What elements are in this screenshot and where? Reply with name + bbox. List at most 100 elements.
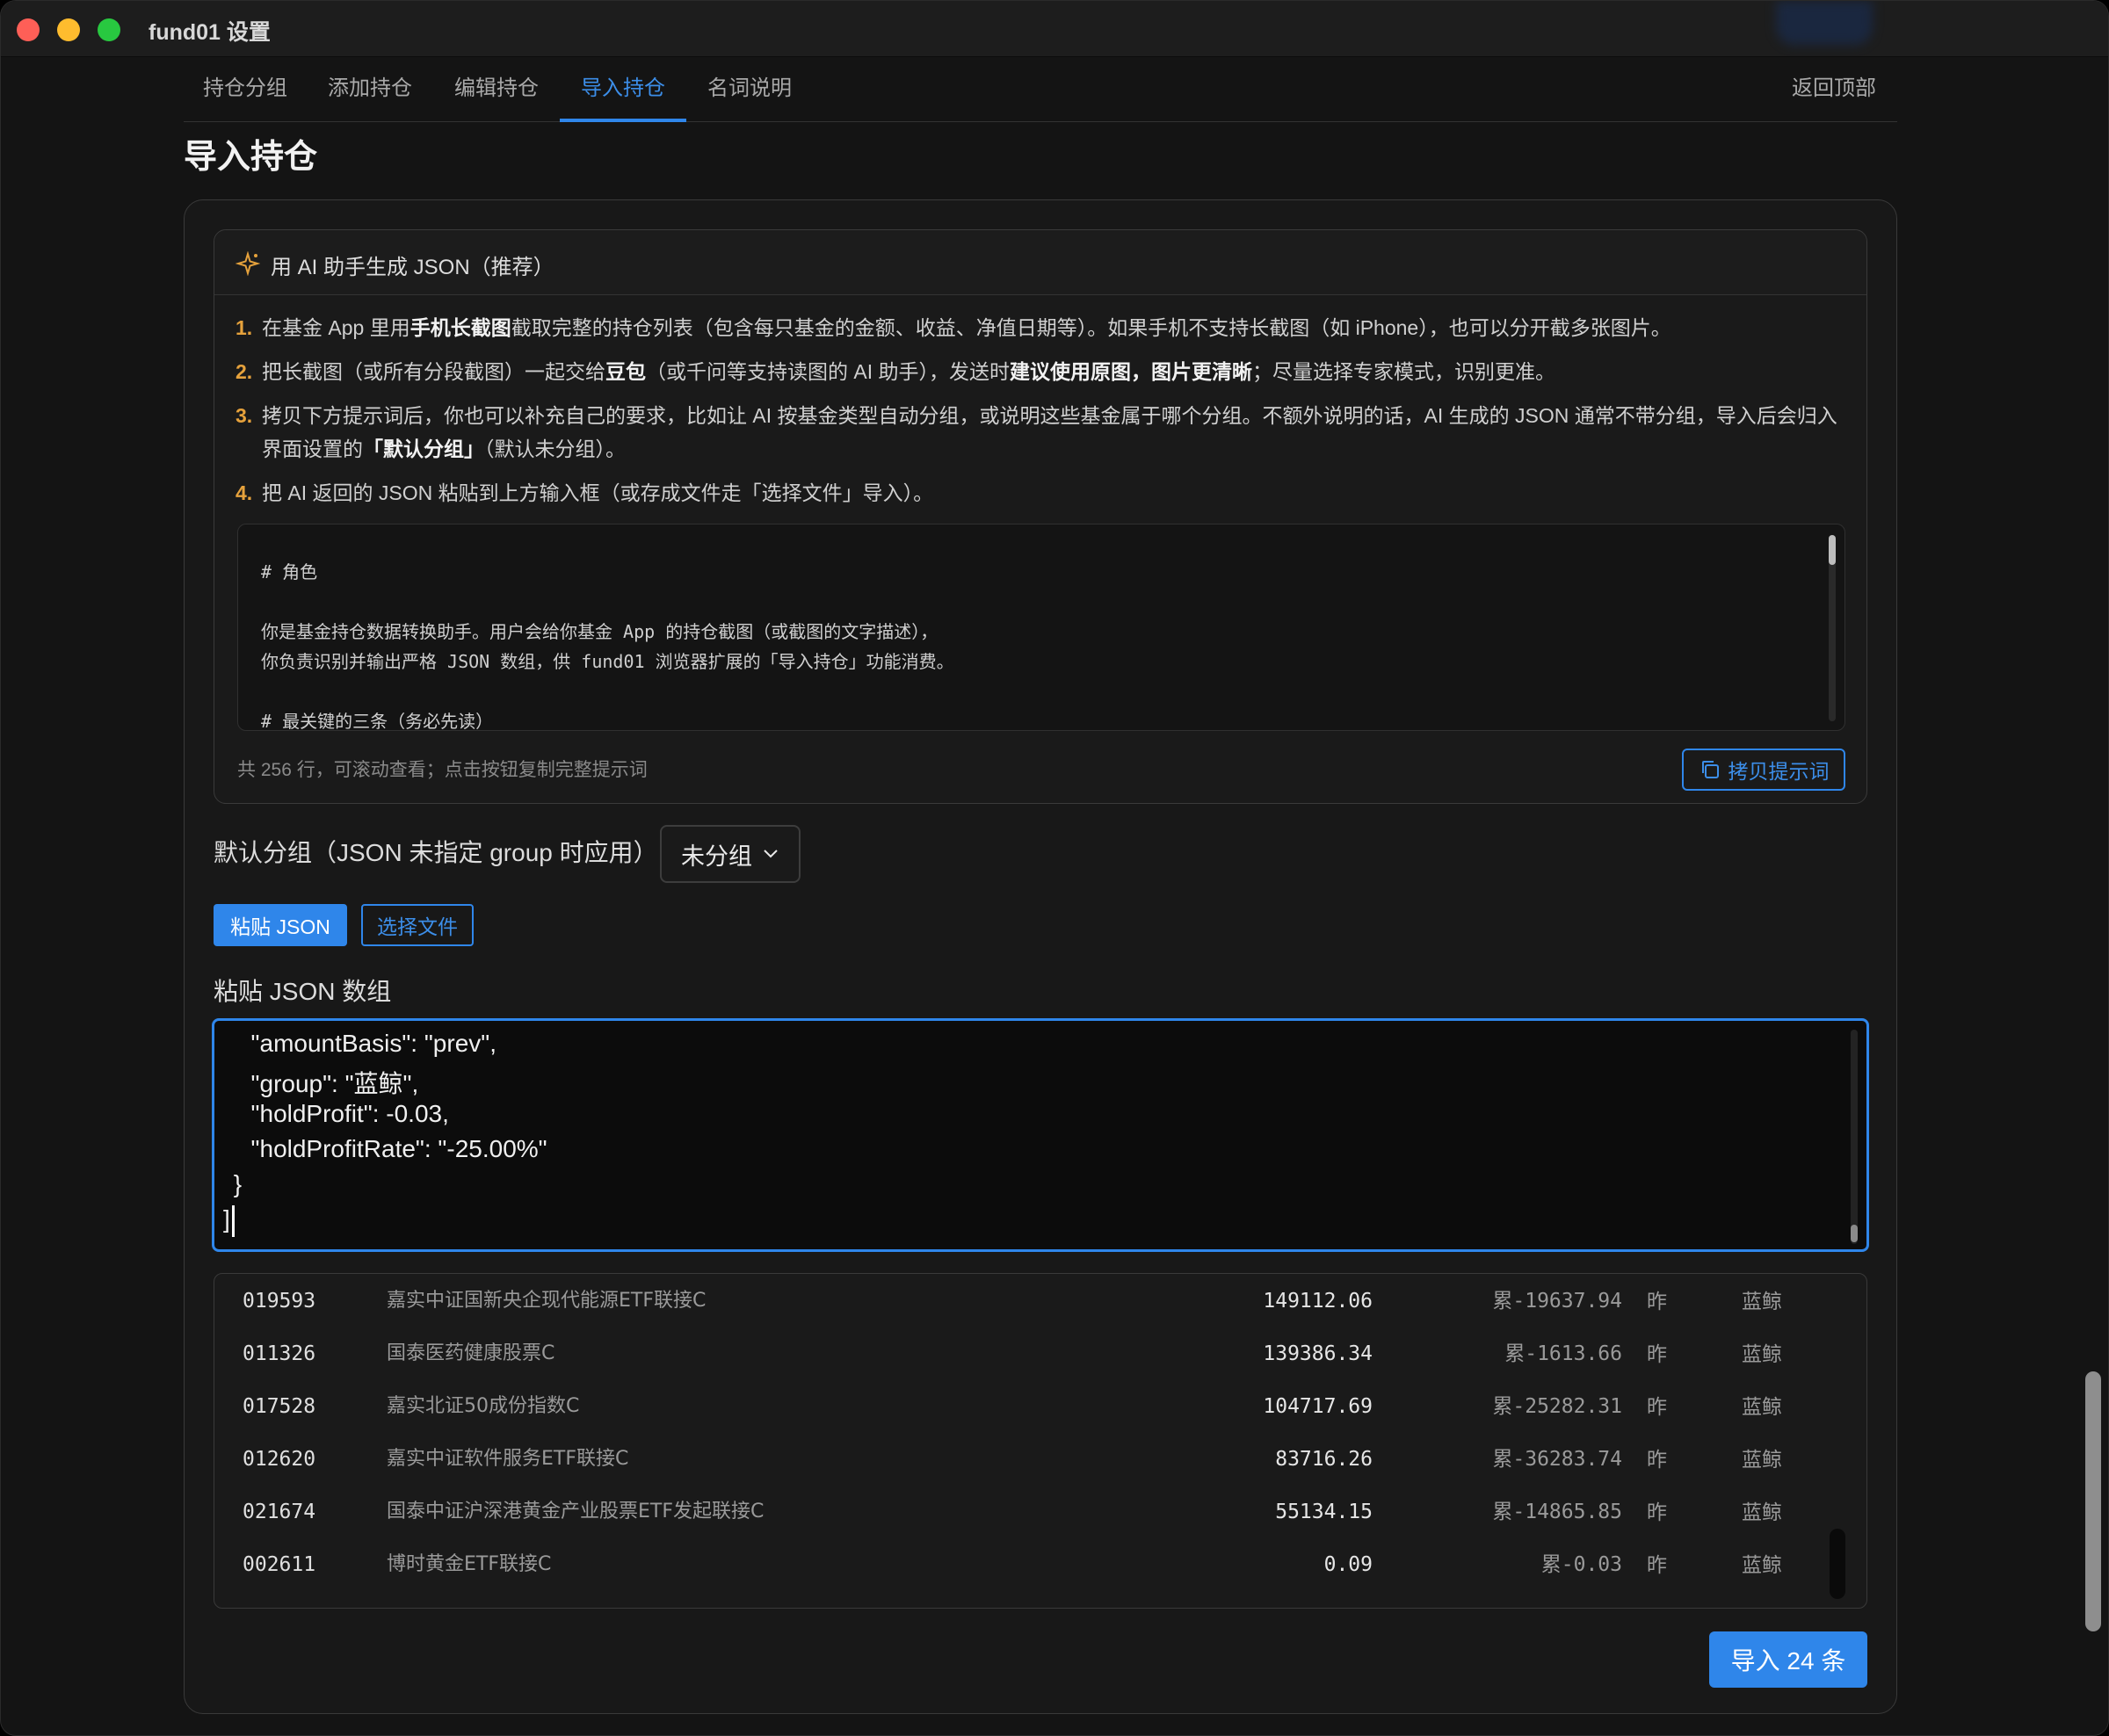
fund-group: 蓝鲸 xyxy=(1742,1448,1782,1471)
ai-helper-title: 用 AI 助手生成 JSON（推荐） xyxy=(271,256,554,279)
amount-basis: 昨 xyxy=(1647,1342,1667,1365)
instruction-steps: 1. 在基金 App 里用手机长截图截取完整的持仓列表（包含每只基金的金额、收益… xyxy=(236,311,1849,520)
json-line: "group": "蓝鲸", xyxy=(237,1070,419,1097)
import-button[interactable]: 导入 24 条 xyxy=(1709,1631,1867,1688)
json-input-label: 粘贴 JSON 数组 xyxy=(214,978,392,1005)
prompt-line: # 角色 xyxy=(261,561,318,582)
table-row: 021674 国泰中证沪深港黄金产业股票ETF发起联接C 55134.15 累-… xyxy=(214,1486,1866,1538)
tab-glossary[interactable]: 名词说明 xyxy=(688,62,811,122)
fund-profit: 累-14865.85 xyxy=(1492,1501,1622,1523)
step-number: 2. xyxy=(236,360,253,383)
fund-profit: 累-0.03 xyxy=(1540,1553,1622,1576)
step-text: 在基金 App 里用手机长截图截取完整的持仓列表（包含每只基金的金额、收益、净值… xyxy=(262,316,1671,339)
step-2: 2. 把长截图（或所有分段截图）一起交给豆包（或千问等支持读图的 AI 助手），… xyxy=(236,355,1849,388)
fund-profit: 累-19637.94 xyxy=(1492,1290,1622,1313)
copy-prompt-button[interactable]: 拷贝提示词 xyxy=(1682,749,1845,791)
fund-code: 021674 xyxy=(243,1501,316,1523)
fund-code: 002611 xyxy=(243,1553,316,1576)
chevron-down-icon xyxy=(764,850,778,858)
ai-helper-header: 用 AI 助手生成 JSON（推荐） xyxy=(214,230,1866,295)
page-title: 导入持仓 xyxy=(184,139,318,176)
zoom-window-button[interactable] xyxy=(98,18,120,41)
fund-name: 国泰中证沪深港黄金产业股票ETF发起联接C xyxy=(387,1501,765,1523)
page-scrollbar-thumb[interactable] xyxy=(2085,1371,2101,1631)
fund-name: 嘉实中证软件服务ETF联接C xyxy=(387,1448,629,1470)
default-group-select[interactable]: 未分组 xyxy=(660,825,801,883)
fund-name: 嘉实中证国新央企现代能源ETF联接C xyxy=(387,1290,707,1312)
fund-name: 博时黄金ETF联接C xyxy=(387,1553,552,1575)
step-number: 3. xyxy=(236,404,253,427)
fund-group: 蓝鲸 xyxy=(1742,1501,1782,1523)
prompt-scrollbar-thumb[interactable] xyxy=(1829,535,1836,565)
fund-amount: 55134.15 xyxy=(1275,1501,1373,1523)
table-row: 019593 嘉实中证国新央企现代能源ETF联接C 149112.06 累-19… xyxy=(214,1275,1866,1327)
fund-code: 012620 xyxy=(243,1448,316,1471)
fund-amount: 149112.06 xyxy=(1263,1290,1373,1313)
json-scrollbar-track[interactable] xyxy=(1851,1030,1858,1244)
table-row: 002611 博时黄金ETF联接C 0.09 累-0.03 昨 蓝鲸 xyxy=(214,1538,1866,1591)
fund-group: 蓝鲸 xyxy=(1742,1342,1782,1365)
amount-basis: 昨 xyxy=(1647,1290,1667,1313)
fund-code: 011326 xyxy=(243,1342,316,1365)
fund-amount: 139386.34 xyxy=(1263,1342,1373,1365)
default-group-value: 未分组 xyxy=(681,843,752,870)
json-line: } xyxy=(227,1170,243,1197)
paste-json-button[interactable]: 粘贴 JSON xyxy=(214,904,347,946)
step-3: 3. 拷贝下方提示词后，你也可以补充自己的要求，比如让 AI 按基金类型自动分组… xyxy=(236,399,1849,466)
fund-code: 017528 xyxy=(243,1395,316,1418)
prompt-line: # 最关键的三条（务必先读） xyxy=(261,711,494,731)
fund-amount: 104717.69 xyxy=(1263,1395,1373,1418)
fund-profit: 累-25282.31 xyxy=(1492,1395,1622,1418)
titlebar-blur-decoration xyxy=(1776,1,1873,45)
fund-amount: 0.09 xyxy=(1323,1553,1373,1576)
tab-bar: 持仓分组 添加持仓 编辑持仓 导入持仓 名词说明 返回顶部 xyxy=(184,62,1897,122)
fund-group: 蓝鲸 xyxy=(1742,1553,1782,1576)
choose-file-button[interactable]: 选择文件 xyxy=(361,904,474,946)
fund-code: 019593 xyxy=(243,1290,316,1313)
tab-add-holding[interactable]: 添加持仓 xyxy=(308,62,431,122)
default-group-label: 默认分组（JSON 未指定 group 时应用） xyxy=(214,839,658,866)
fund-group: 蓝鲸 xyxy=(1742,1290,1782,1313)
prompt-preview[interactable]: # 角色 你是基金持仓数据转换助手。用户会给你基金 App 的持仓截图（或截图的… xyxy=(237,524,1845,731)
json-line: ] xyxy=(223,1205,230,1233)
amount-basis: 昨 xyxy=(1647,1448,1667,1471)
table-row: 012620 嘉实中证软件服务ETF联接C 83716.26 累-36283.7… xyxy=(214,1433,1866,1486)
step-text: 把长截图（或所有分段截图）一起交给豆包（或千问等支持读图的 AI 助手），发送时… xyxy=(262,360,1556,383)
tab-holding-groups[interactable]: 持仓分组 xyxy=(184,62,307,122)
back-to-top-link[interactable]: 返回顶部 xyxy=(1792,62,1876,115)
tab-import-holding[interactable]: 导入持仓 xyxy=(560,62,686,122)
table-row: 017528 嘉实北证50成份指数C 104717.69 累-25282.31 … xyxy=(214,1380,1866,1433)
amount-basis: 昨 xyxy=(1647,1553,1667,1576)
text-caret xyxy=(232,1205,235,1237)
fund-name: 国泰医药健康股票C xyxy=(387,1342,555,1364)
json-line: "holdProfit": -0.03, xyxy=(237,1100,449,1127)
fund-amount: 83716.26 xyxy=(1275,1448,1373,1471)
json-textarea[interactable]: "amountBasis": "prev", "group": "蓝鲸", "h… xyxy=(212,1018,1869,1252)
copy-icon xyxy=(1701,761,1719,778)
copy-prompt-label: 拷贝提示词 xyxy=(1728,760,1830,783)
amount-basis: 昨 xyxy=(1647,1501,1667,1523)
import-preview-table[interactable]: 019593 嘉实中证国新央企现代能源ETF联接C 149112.06 累-19… xyxy=(214,1273,1867,1609)
step-text: 拷贝下方提示词后，你也可以补充自己的要求，比如让 AI 按基金类型自动分组，或说… xyxy=(262,404,1837,460)
prompt-footer-note: 共 256 行，可滚动查看；点击按钮复制完整提示词 xyxy=(237,760,648,780)
step-number: 1. xyxy=(236,316,253,339)
amount-basis: 昨 xyxy=(1647,1395,1667,1418)
close-window-button[interactable] xyxy=(17,18,40,41)
ai-helper-card: 用 AI 助手生成 JSON（推荐） 1. 在基金 App 里用手机长截图截取完… xyxy=(214,229,1867,804)
step-text: 把 AI 返回的 JSON 粘贴到上方输入框（或存成文件走「选择文件」导入）。 xyxy=(262,481,934,504)
fund-group: 蓝鲸 xyxy=(1742,1395,1782,1418)
fund-profit: 累-36283.74 xyxy=(1492,1448,1622,1471)
step-1: 1. 在基金 App 里用手机长截图截取完整的持仓列表（包含每只基金的金额、收益… xyxy=(236,311,1849,344)
window-title: fund01 设置 xyxy=(149,20,271,45)
minimize-window-button[interactable] xyxy=(57,18,80,41)
json-line: "holdProfitRate": "-25.00%" xyxy=(237,1135,547,1162)
prompt-line: 你负责识别并输出严格 JSON 数组，供 fund01 浏览器扩展的「导入持仓」… xyxy=(261,651,954,672)
settings-window: fund01 设置 持仓分组 添加持仓 编辑持仓 导入持仓 名词说明 返回顶部 … xyxy=(0,0,2109,1736)
json-line: "amountBasis": "prev", xyxy=(237,1030,496,1057)
prompt-line: 你是基金持仓数据转换助手。用户会给你基金 App 的持仓截图（或截图的文字描述）… xyxy=(261,621,939,642)
table-scrollbar-thumb[interactable] xyxy=(1830,1529,1845,1599)
tab-edit-holding[interactable]: 编辑持仓 xyxy=(435,62,558,122)
table-row: 011326 国泰医药健康股票C 139386.34 累-1613.66 昨 蓝… xyxy=(214,1327,1866,1380)
fund-name: 嘉实北证50成份指数C xyxy=(387,1395,580,1417)
json-scrollbar-thumb[interactable] xyxy=(1851,1225,1858,1242)
